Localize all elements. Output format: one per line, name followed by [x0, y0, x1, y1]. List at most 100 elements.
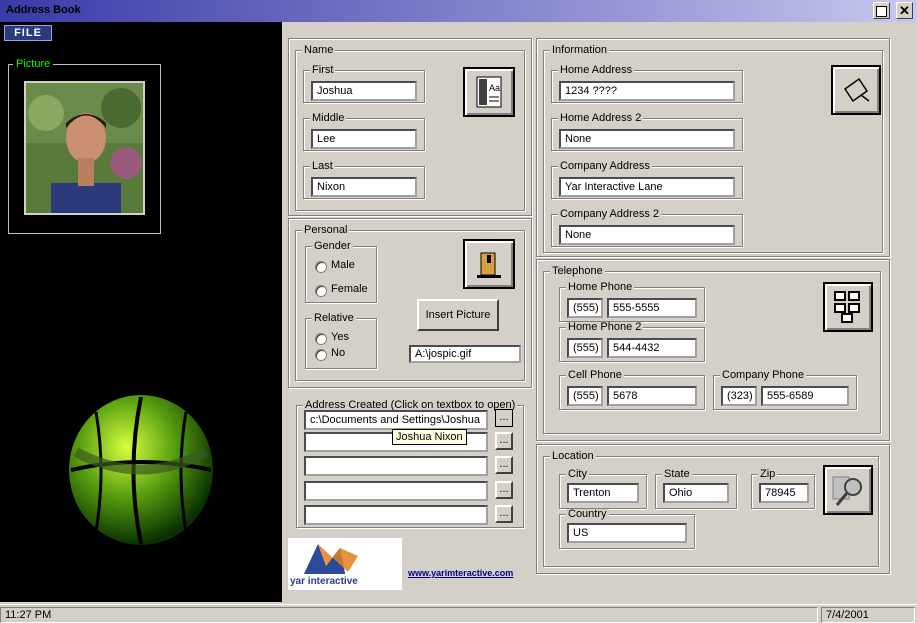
personal-section: Personal Gender Male Female Relative Yes…: [288, 218, 532, 388]
yes-label: Yes: [331, 331, 349, 343]
name-card-icon: Aa: [476, 76, 502, 108]
female-radio[interactable]: [315, 285, 327, 297]
information-legend: Information: [550, 44, 610, 56]
browse-label: ...: [499, 434, 509, 446]
website-link[interactable]: www.yarimteractive.com: [408, 568, 513, 578]
minimize-button[interactable]: [873, 2, 890, 19]
company-address2-input[interactable]: None: [559, 225, 735, 245]
title-bar: Address Book ✕: [0, 0, 917, 22]
home-phone-number-input[interactable]: 555-5555: [607, 298, 697, 318]
cell-phone-area-input[interactable]: (555): [567, 386, 603, 406]
last-name-input[interactable]: Nixon: [311, 177, 417, 197]
address-created-row-1[interactable]: c:\Documents and Settings\Joshua: [304, 410, 488, 430]
personal-legend: Personal: [302, 224, 350, 236]
state-input[interactable]: Ohio: [663, 483, 729, 503]
information-section: Information Home Address 1234 ???? Home …: [536, 38, 890, 257]
country-label: Country: [566, 508, 609, 520]
yar-interactive-logo: yar interactive: [288, 538, 402, 590]
name-legend: Name: [302, 44, 336, 56]
gender-label: Gender: [312, 240, 353, 252]
person-picture-button[interactable]: [463, 239, 515, 289]
country-input[interactable]: US: [567, 523, 687, 543]
home-address-input[interactable]: 1234 ????: [559, 81, 735, 101]
home-phone2-number-input[interactable]: 544-4432: [607, 338, 697, 358]
address-created-browse-2[interactable]: ...: [495, 432, 513, 450]
magnifier-map-icon: [832, 476, 862, 506]
browse-label: ...: [499, 483, 509, 495]
middle-name-input[interactable]: Lee: [311, 129, 417, 149]
city-label: City: [566, 468, 589, 480]
envelope-pen-icon: [843, 77, 870, 103]
status-time: 11:27 PM: [0, 607, 818, 623]
last-label: Last: [310, 160, 335, 172]
home-phone2-area-input[interactable]: (555): [567, 338, 603, 358]
name-card-button[interactable]: Aa: [463, 67, 515, 117]
browse-label: ...: [499, 458, 509, 470]
name-section: Name First Joshua Middle Lee Last Nixon …: [288, 38, 532, 216]
no-label: No: [331, 347, 346, 359]
home-address2-label: Home Address 2: [558, 112, 644, 124]
svg-text:Aa: Aa: [489, 83, 500, 93]
male-radio[interactable]: [315, 261, 327, 273]
browse-label: ...: [499, 507, 509, 519]
window-title: Address Book: [6, 4, 81, 16]
location-section: Location City Trenton State Ohio Zip 789…: [536, 444, 890, 574]
yes-radio[interactable]: [315, 333, 327, 345]
zip-label: Zip: [758, 468, 778, 480]
company-address-input[interactable]: Yar Interactive Lane: [559, 177, 735, 197]
person-icon: [477, 252, 501, 278]
male-label: Male: [331, 259, 355, 271]
picture-path-input[interactable]: A:\jospic.gif: [409, 345, 521, 363]
network-icon: [834, 291, 860, 323]
close-icon: ✕: [899, 3, 910, 18]
home-phone-area-input[interactable]: (555): [567, 298, 603, 318]
cell-phone-label: Cell Phone: [566, 369, 624, 381]
middle-label: Middle: [310, 112, 347, 124]
contact-photo: [24, 81, 145, 215]
tooltip: Joshua Nixon: [392, 429, 467, 445]
company-address-label: Company Address: [558, 160, 652, 172]
female-label: Female: [331, 283, 368, 295]
company-phone-number-input[interactable]: 555-6589: [761, 386, 849, 406]
telephone-button[interactable]: [823, 282, 873, 332]
zip-input[interactable]: 78945: [759, 483, 809, 503]
address-created-browse-3[interactable]: ...: [495, 456, 513, 474]
no-radio[interactable]: [315, 349, 327, 361]
company-phone-label: Company Phone: [720, 369, 806, 381]
telephone-legend: Telephone: [550, 265, 605, 277]
close-button[interactable]: ✕: [896, 2, 913, 19]
cell-phone-number-input[interactable]: 5678: [607, 386, 697, 406]
home-address2-input[interactable]: None: [559, 129, 735, 149]
svg-text:yar interactive: yar interactive: [290, 576, 358, 587]
insert-picture-button[interactable]: Insert Picture: [417, 299, 499, 331]
file-menu-button[interactable]: FILE: [4, 25, 52, 41]
address-created-row-3[interactable]: [304, 456, 488, 476]
address-created-row-4[interactable]: [304, 481, 488, 501]
company-address2-label: Company Address 2: [558, 208, 662, 220]
home-phone2-label: Home Phone 2: [566, 321, 644, 333]
telephone-section: Telephone Home Phone (555) 555-5555 Home…: [536, 259, 890, 441]
city-input[interactable]: Trenton: [567, 483, 639, 503]
location-legend: Location: [550, 450, 596, 462]
spinning-globe-logo: [66, 392, 216, 547]
main-panel: Name First Joshua Middle Lee Last Nixon …: [282, 26, 913, 602]
address-button[interactable]: [831, 65, 881, 115]
left-panel: FILE Picture: [0, 22, 282, 602]
picture-label: Picture: [13, 58, 54, 70]
relative-label: Relative: [312, 312, 356, 324]
status-date: 7/4/2001: [821, 607, 915, 623]
home-address-label: Home Address: [558, 64, 635, 76]
browse-label: ...: [499, 411, 509, 423]
minimize-icon: [876, 6, 887, 17]
address-created-browse-1[interactable]: ...: [495, 409, 513, 427]
address-created-row-5[interactable]: [304, 505, 488, 525]
address-created-browse-5[interactable]: ...: [495, 505, 513, 523]
home-phone-label: Home Phone: [566, 281, 635, 293]
status-bar: 11:27 PM 7/4/2001: [0, 604, 917, 623]
company-phone-area-input[interactable]: (323): [721, 386, 757, 406]
first-label: First: [310, 64, 336, 76]
address-created-browse-4[interactable]: ...: [495, 481, 513, 499]
state-label: State: [662, 468, 692, 480]
first-name-input[interactable]: Joshua: [311, 81, 417, 101]
location-button[interactable]: [823, 465, 873, 515]
